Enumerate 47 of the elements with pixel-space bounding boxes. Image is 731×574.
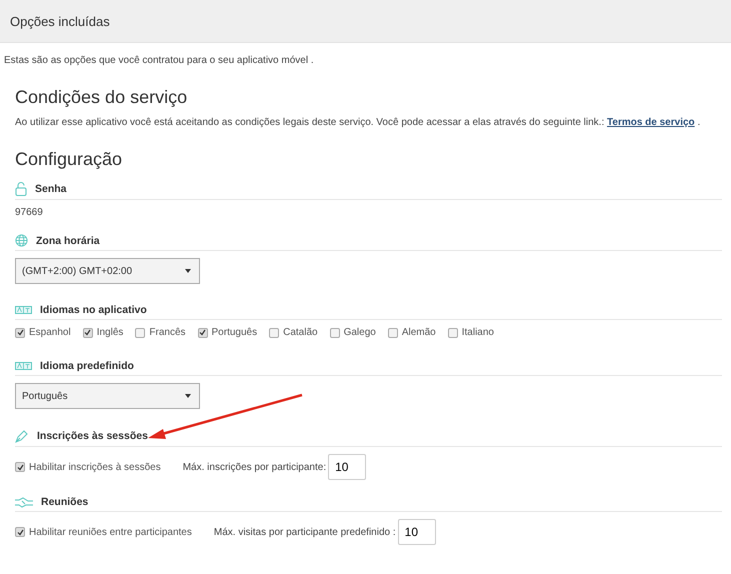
section-label: Idiomas no aplicativo [40,304,147,316]
checkbox-label: Inglês [96,327,124,338]
checkbox-label: Francês [149,327,186,338]
number-field[interactable]: 10 [398,519,436,545]
language-icon [15,306,32,314]
dropdown[interactable]: (GMT+2:00) GMT+02:00 [15,258,200,284]
field-label: Máx. visitas por participante predefinido : [214,526,396,538]
dropdown[interactable]: Português [15,383,200,409]
checkbox[interactable] [15,328,25,338]
checkbox[interactable] [135,328,146,338]
caret-icon [185,269,191,273]
section-label: Senha [35,183,67,195]
page-title: Opções incluídas [10,14,110,28]
section-label: Zona horária [36,234,100,246]
caret-icon [185,394,191,398]
checkbox[interactable] [388,328,398,338]
pen-icon [15,429,29,443]
checkbox[interactable] [330,328,340,338]
checkbox-label: Habilitar inscrições à sessões [29,462,161,472]
checkbox[interactable] [15,462,25,472]
globe-icon [15,234,28,247]
section-label: Inscrições às sessões [37,430,148,442]
checkbox-label: Espanhol [29,327,71,338]
checkbox-label: Catalão [283,327,318,338]
terms-text: Ao utilizar esse aplicativo você está aceitando as condições legais deste serviço. Você pode acessar a elas através do seguinte link.: Termos de serviço . [15,117,702,128]
intro-text: Estas são as opções que você contratou para o seu aplicativo móvel . [4,55,315,66]
section-label: Idioma predefinido [40,360,134,372]
number-field[interactable]: 10 [328,454,366,480]
checkbox[interactable] [448,328,458,338]
language-icon [15,362,32,370]
checkbox[interactable] [15,527,25,537]
section-heading: Condições do serviço [15,87,188,108]
handshake-icon [15,496,33,508]
checkbox[interactable] [269,328,280,338]
field-label: Máx. inscrições por participante: [182,462,326,472]
checkbox-label: Alemão [402,327,436,338]
checkbox-label: Galego [344,327,376,338]
checkbox[interactable] [198,328,208,338]
checkbox-label: Italiano [462,327,494,338]
checkbox-label: Português [212,327,258,338]
password-value: 97669 [15,207,43,218]
section-label: Reuniões [41,496,88,508]
section-heading: Configuração [15,149,124,170]
padlock-icon [15,182,27,196]
terms-link[interactable]: Termos de serviço [607,117,695,128]
checkbox-label: Habilitar reuniões entre participantes [29,526,192,538]
checkbox[interactable] [82,328,93,338]
